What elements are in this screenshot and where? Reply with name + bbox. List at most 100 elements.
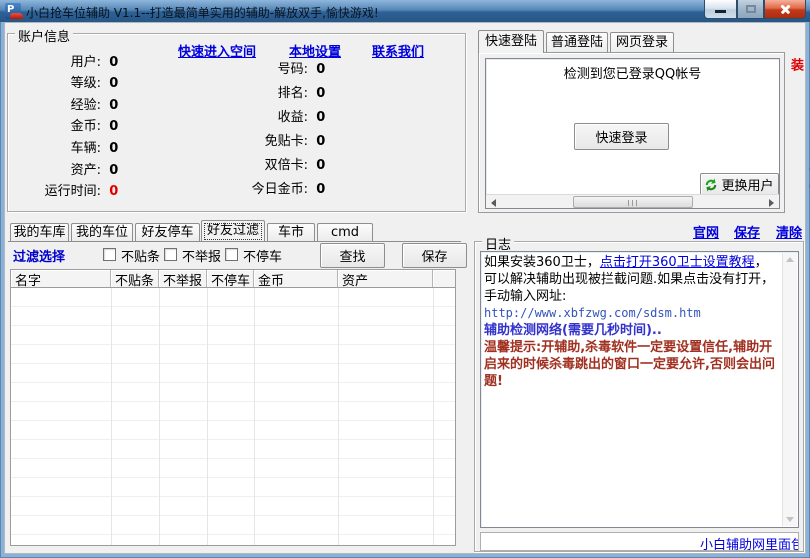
- log-group: 日志 如果安装360卫士，点击打开360卫士设置教程，可以解决辅助出现被拦截问题…: [474, 241, 804, 552]
- scroll-grip: [628, 200, 637, 206]
- save-log-link[interactable]: 保存: [734, 222, 760, 241]
- scroll-thumb[interactable]: [573, 196, 693, 208]
- grid-column-line: [254, 288, 255, 545]
- field-number: 号码: 0: [218, 58, 325, 77]
- login-tab-page: 检测到您已登录QQ帐号 快速登录 更换用户: [478, 52, 785, 213]
- tab-friend-filter[interactable]: 好友过滤: [201, 220, 265, 241]
- scroll-right-arrow[interactable]: [765, 195, 779, 209]
- column-header-assets[interactable]: 资产: [338, 270, 433, 287]
- checkbox-no-park[interactable]: [225, 248, 238, 261]
- field-today-coins: 今日金币: 0: [218, 178, 325, 197]
- field-user: 用户: 0: [21, 51, 118, 70]
- refresh-icon: [704, 178, 718, 192]
- friend-table-body[interactable]: [10, 288, 456, 546]
- field-runtime: 运行时间: 0: [21, 180, 118, 199]
- close-button[interactable]: [764, 0, 806, 19]
- today-coins-value: 0: [316, 182, 325, 197]
- footer-site-link[interactable]: 小白辅助网里面包: [700, 534, 799, 551]
- checkbox-no-report-label[interactable]: 不举报: [182, 246, 221, 265]
- income-value: 0: [316, 110, 325, 125]
- tab-strip-line: [8, 241, 461, 242]
- column-header-no-ticket[interactable]: 不贴条: [111, 270, 159, 287]
- rank-value: 0: [316, 86, 325, 101]
- log-footer-marquee: 小白辅助网里面包: [480, 532, 799, 551]
- grid-column-line: [338, 288, 339, 545]
- assets-value: 0: [109, 163, 118, 178]
- log-detect-line: 辅助检测网络(需要几秒时间)..: [484, 322, 780, 339]
- switch-user-button[interactable]: 更换用户: [700, 173, 779, 196]
- field-double-card: 双倍卡: 0: [218, 154, 325, 173]
- field-rank: 排名: 0: [218, 82, 325, 101]
- field-assets: 资产: 0: [21, 159, 118, 178]
- double-card-value: 0: [316, 158, 325, 173]
- column-header-no-report[interactable]: 不举报: [159, 270, 207, 287]
- grid-column-line: [207, 288, 208, 545]
- tab-car-market[interactable]: 车市: [267, 223, 315, 241]
- scroll-up-arrow[interactable]: [786, 257, 794, 262]
- checkbox-no-report[interactable]: [164, 248, 177, 261]
- tab-label: cmd: [331, 225, 359, 240]
- tab-web-login[interactable]: 网页登录: [610, 32, 674, 53]
- tab-label: 普通登陆: [551, 35, 603, 50]
- grid-column-line: [433, 288, 434, 545]
- tab-normal-login[interactable]: 普通登陆: [546, 32, 608, 53]
- coins-value: 0: [109, 119, 118, 134]
- column-header-no-park[interactable]: 不停车: [207, 270, 254, 287]
- account-group-title: 账户信息: [15, 26, 73, 45]
- runtime-value: 0: [109, 184, 118, 199]
- checkbox-no-ticket[interactable]: [103, 248, 116, 261]
- clear-log-link[interactable]: 清除: [776, 222, 802, 241]
- grid-column-line: [159, 288, 160, 545]
- log-segment: 如果安装360卫士，: [484, 255, 600, 270]
- checkbox-no-park-label[interactable]: 不停车: [243, 246, 282, 265]
- tab-label: 快速登陆: [485, 34, 537, 49]
- log-url[interactable]: http://www.xbfzwg.com/sdsm.htm: [484, 305, 780, 322]
- app-icon: P: [5, 3, 21, 19]
- tab-label: 我的车位: [76, 225, 128, 240]
- switch-user-label: 更换用户: [721, 178, 773, 193]
- minimize-button[interactable]: [704, 0, 737, 19]
- level-value: 0: [109, 76, 118, 91]
- field-level: 等级: 0: [21, 72, 118, 91]
- tab-my-parking[interactable]: 我的车位: [71, 223, 133, 241]
- contact-us-link[interactable]: 联系我们: [372, 41, 424, 60]
- exp-value: 0: [109, 98, 118, 113]
- log-line: 如果安装360卫士，点击打开360卫士设置教程，可以解决辅助出现被拦截问题.如果…: [484, 254, 780, 305]
- field-cars: 车辆: 0: [21, 137, 118, 156]
- save-filter-button[interactable]: 保存: [402, 243, 467, 268]
- scroll-down-arrow[interactable]: [786, 517, 794, 522]
- official-site-link[interactable]: 官网: [693, 222, 719, 241]
- find-button[interactable]: 查找: [320, 243, 385, 268]
- account-info-group: 账户信息 快速进入空间 本地设置 联系我们 用户: 0 等级: 0 经验: 0 …: [7, 33, 466, 212]
- noticket-card-value: 0: [316, 134, 325, 149]
- caption-buttons: [704, 0, 806, 19]
- quick-login-button[interactable]: 快速登录: [574, 123, 669, 150]
- log-vertical-scrollbar[interactable]: [782, 253, 797, 526]
- title-bar[interactable]: P 小白抢车位辅助 V1.1--打造最简单实用的辅助-解放双手,愉快游戏!: [0, 0, 810, 22]
- checkbox-no-ticket-label[interactable]: 不贴条: [121, 246, 160, 265]
- log-tutorial-link[interactable]: 点击打开360卫士设置教程: [600, 255, 755, 270]
- tab-friend-parking[interactable]: 好友停车: [135, 223, 200, 241]
- tab-cmd[interactable]: cmd: [317, 223, 373, 241]
- friend-table-header: 名字 不贴条 不举报 不停车 金币 资产: [10, 269, 456, 288]
- tab-focus-outline: [204, 223, 262, 240]
- column-header-filler: [433, 270, 455, 287]
- scroll-left-arrow[interactable]: [486, 195, 500, 209]
- tab-quick-login[interactable]: 快速登陆: [478, 30, 544, 53]
- tab-label: 好友停车: [141, 225, 193, 240]
- login-horizontal-scrollbar[interactable]: [486, 194, 779, 208]
- tab-label: 车市: [278, 225, 304, 240]
- minimize-icon: [715, 10, 726, 13]
- app-window: P 小白抢车位辅助 V1.1--打造最简单实用的辅助-解放双手,愉快游戏! 账户…: [0, 0, 810, 558]
- maximize-button: [737, 0, 764, 19]
- log-textarea[interactable]: 如果安装360卫士，点击打开360卫士设置教程，可以解决辅助出现被拦截问题.如果…: [480, 251, 799, 528]
- tab-my-garage[interactable]: 我的车库: [10, 223, 69, 241]
- field-income: 收益: 0: [218, 106, 325, 125]
- number-value: 0: [316, 62, 325, 77]
- user-value: 0: [109, 55, 118, 70]
- grid-column-line: [111, 288, 112, 545]
- column-header-coins[interactable]: 金币: [254, 270, 338, 287]
- tab-label: 网页登录: [616, 35, 668, 50]
- car-icon: [10, 13, 23, 19]
- column-header-name[interactable]: 名字: [11, 270, 111, 287]
